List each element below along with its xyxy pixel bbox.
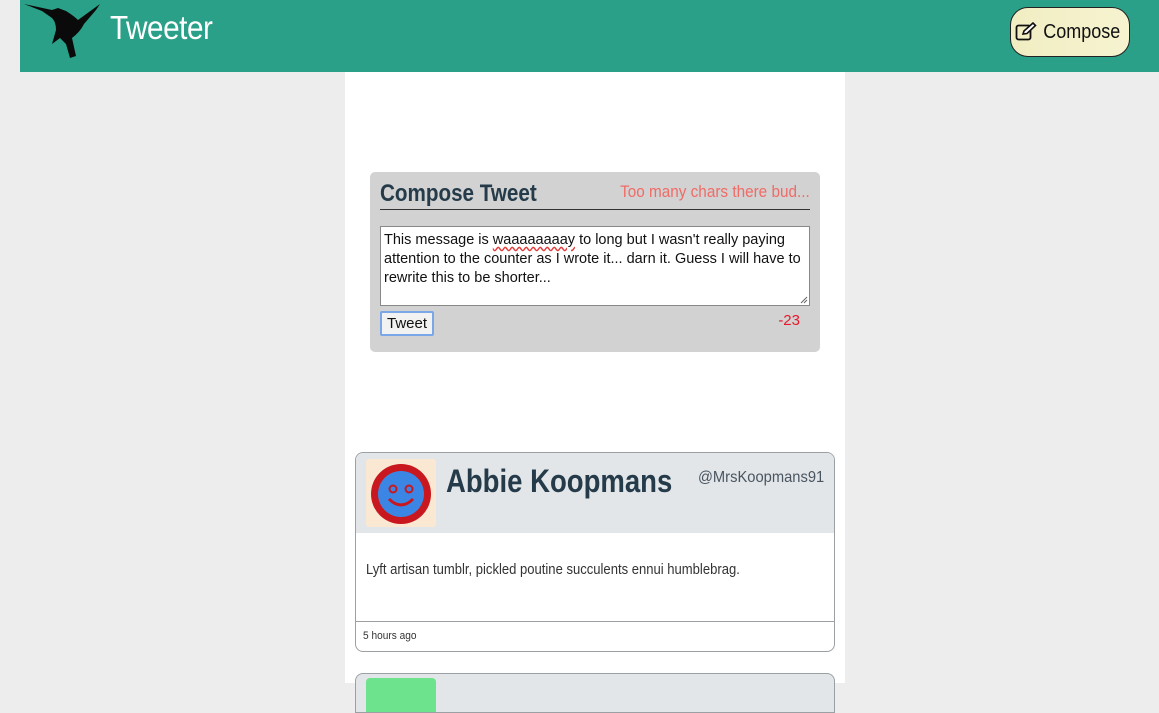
hummingbird-icon xyxy=(22,0,102,60)
brand-title[interactable]: Tweeter xyxy=(110,9,213,47)
top-nav: Tweeter Compose xyxy=(20,0,1159,72)
tweet-timestamp: 5 hours ago xyxy=(363,630,417,642)
tweet-footer: 5 hours ago xyxy=(356,621,834,651)
compose-toggle-button[interactable]: Compose xyxy=(1010,7,1130,57)
tweet-submit-button[interactable]: Tweet xyxy=(380,311,434,336)
error-message: Too many chars there bud... xyxy=(620,182,810,201)
edit-icon xyxy=(1015,22,1037,41)
compose-divider xyxy=(380,209,810,210)
tweet-card: Abbie Koopmans @MrsKoopmans91 Lyft artis… xyxy=(355,452,835,652)
compose-title: Compose Tweet xyxy=(380,180,537,207)
smiley-avatar-icon xyxy=(366,459,436,527)
resize-grip-icon[interactable] xyxy=(800,296,808,304)
tweet-textarea[interactable]: This message is waaaaaaaay to long but I… xyxy=(380,226,810,306)
tweet-card xyxy=(355,673,835,713)
char-counter: -23 xyxy=(778,312,800,329)
text-part: This message is xyxy=(384,232,493,248)
tweet-content: Lyft artisan tumblr, pickled poutine suc… xyxy=(366,562,740,578)
compose-tweet-panel: Compose Tweet Too many chars there bud..… xyxy=(370,172,820,352)
avatar xyxy=(366,678,436,712)
author-handle: @MrsKoopmans91 xyxy=(697,469,824,486)
compose-label: Compose xyxy=(1043,20,1121,43)
misspelled-word: waaaaaaaay xyxy=(492,232,576,248)
main-column: Compose Tweet Too many chars there bud..… xyxy=(345,72,845,713)
tweet-header: Abbie Koopmans @MrsKoopmans91 xyxy=(356,453,834,533)
author-name: Abbie Koopmans xyxy=(446,463,673,499)
